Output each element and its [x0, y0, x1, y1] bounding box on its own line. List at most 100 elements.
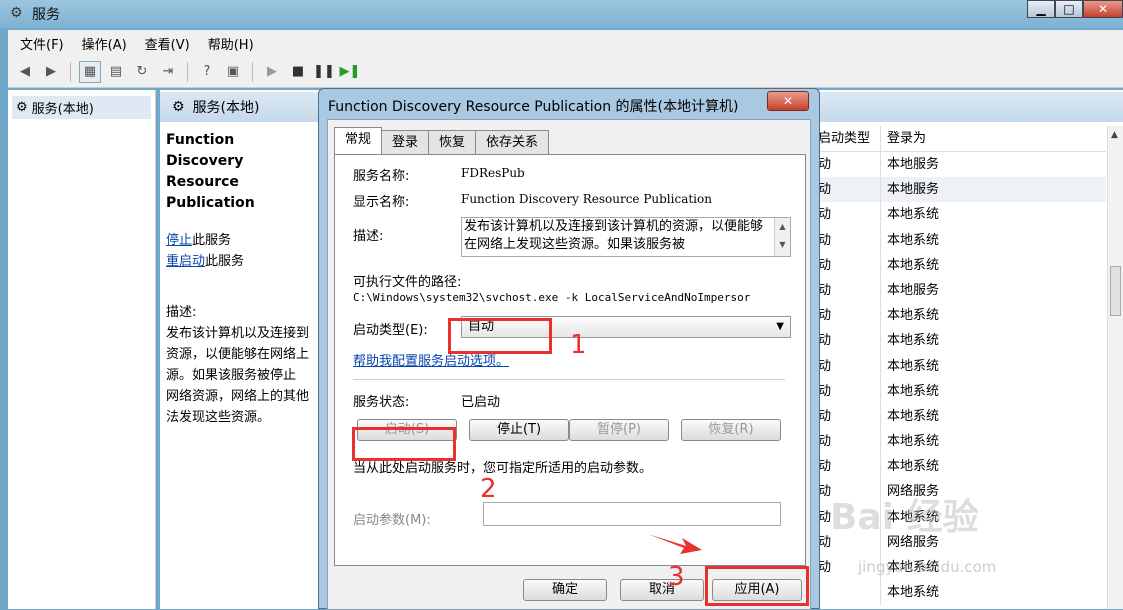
- annotation-arrow-icon: [648, 534, 702, 554]
- logon-cell[interactable]: 本地系统: [881, 354, 1106, 379]
- cancel-button[interactable]: 取消: [620, 579, 704, 601]
- restart-service-link[interactable]: 重启动: [166, 254, 205, 269]
- toolbar-separator: [187, 61, 188, 82]
- refresh-icon[interactable]: ↻: [131, 61, 153, 83]
- logon-cell[interactable]: 本地系统: [881, 228, 1106, 253]
- console-tree: ⚙ 服务(本地): [8, 90, 156, 609]
- logon-cell[interactable]: 本地系统: [881, 303, 1106, 328]
- title-bar: ⚙ 服务 ▁ □ ✕: [0, 0, 1123, 28]
- stop-suffix: 此服务: [192, 233, 232, 248]
- scrollbar-thumb[interactable]: [1110, 266, 1121, 316]
- resume-button[interactable]: 恢复(R): [681, 419, 781, 441]
- logon-cell[interactable]: 本地服务: [881, 177, 1106, 203]
- description-box[interactable]: 发布该计算机以及连接到该计算机的资源，以便能够在网络上发现这些资源。如果该服务被…: [461, 217, 791, 257]
- menu-help[interactable]: 帮助(H): [208, 34, 254, 53]
- stop-button[interactable]: 停止(T): [469, 419, 569, 441]
- tab-logon[interactable]: 登录: [381, 130, 430, 154]
- restart-action: 重启动此服务: [166, 251, 316, 272]
- starttype-cell[interactable]: 动: [812, 303, 882, 328]
- logon-cell[interactable]: 本地服务: [881, 152, 1106, 177]
- menu-view[interactable]: 查看(V): [145, 34, 190, 53]
- service-description-panel: Function Discovery Resource Publication …: [166, 130, 316, 428]
- starttype-cell[interactable]: 动: [812, 202, 882, 227]
- logon-cell[interactable]: 本地系统: [881, 253, 1106, 278]
- logon-cell[interactable]: 本地系统: [881, 580, 1106, 605]
- forward-icon[interactable]: ▶: [40, 61, 62, 83]
- starttype-cell[interactable]: 动: [812, 379, 882, 404]
- console-tree-icon[interactable]: ▦: [79, 60, 101, 83]
- annotation-box-apply-button: [705, 566, 809, 606]
- start-params-label: 启动参数(M):: [353, 513, 431, 528]
- display-name-value: Function Discovery Resource Publication: [461, 192, 712, 206]
- starttype-cell[interactable]: 动: [812, 454, 882, 479]
- services-gear-icon: ⚙: [10, 5, 23, 21]
- menu-action[interactable]: 操作(A): [82, 34, 127, 53]
- annotation-number-2: 2: [480, 474, 497, 504]
- window-controls: ▁ □ ✕: [1027, 0, 1123, 20]
- scroll-up-icon[interactable]: ▲: [1111, 130, 1118, 140]
- annotation-box-start-button: [352, 427, 456, 461]
- toolbar-separator: [70, 61, 71, 82]
- menu-bar: 文件(F) 操作(A) 查看(V) 帮助(H): [8, 30, 1123, 56]
- back-icon[interactable]: ◀: [14, 61, 36, 83]
- starttype-cell[interactable]: 动: [812, 404, 882, 429]
- maximize-button[interactable]: □: [1055, 0, 1083, 18]
- close-button[interactable]: ✕: [1083, 0, 1123, 18]
- starttype-cell[interactable]: 动: [812, 429, 882, 454]
- tab-dependencies[interactable]: 依存关系: [475, 130, 550, 154]
- ok-button[interactable]: 确定: [523, 579, 607, 601]
- logon-cell[interactable]: 本地系统: [881, 454, 1106, 479]
- logon-cell[interactable]: 本地系统: [881, 404, 1106, 429]
- services-gear-icon: ⚙: [172, 99, 185, 115]
- stop-service-link[interactable]: 停止: [166, 233, 192, 248]
- dialog-close-button[interactable]: ✕: [767, 91, 809, 111]
- logon-cell[interactable]: 本地系统: [881, 202, 1106, 227]
- description-scrollbar[interactable]: ▲ ▼: [774, 218, 790, 256]
- starttype-cell[interactable]: 动: [812, 278, 882, 303]
- description-text: 发布该计算机以及连接到该计算机的资源，以便能够在网络上发现这些资源。如果该服务被: [464, 219, 764, 252]
- properties-icon[interactable]: ▤: [105, 61, 127, 83]
- tree-item-label: 服务(本地): [31, 102, 94, 117]
- starttype-cell[interactable]: 动: [812, 253, 882, 278]
- vertical-scrollbar[interactable]: ▲: [1107, 126, 1123, 609]
- tab-recovery[interactable]: 恢复: [428, 130, 477, 154]
- content-header-title: 服务(本地): [192, 100, 260, 116]
- start-service-icon[interactable]: ▶: [261, 61, 283, 83]
- starttype-cell[interactable]: 动: [812, 354, 882, 379]
- general-tab-panel: 服务名称: FDResPub 显示名称: Function Discovery …: [334, 154, 806, 566]
- column-header-starttype[interactable]: 启动类型: [812, 126, 882, 152]
- column-header-logon[interactable]: 登录为: [881, 126, 1106, 152]
- export-icon[interactable]: ⇥: [157, 61, 179, 83]
- annotation-box-startup-type: [448, 318, 552, 354]
- logon-cell[interactable]: 本地服务: [881, 278, 1106, 303]
- logon-cell[interactable]: 本地系统: [881, 379, 1106, 404]
- description-label: 描述:: [166, 305, 197, 320]
- logon-cell[interactable]: 本地系统: [881, 429, 1106, 454]
- executable-path: C:\Windows\system32\svchost.exe -k Local…: [353, 291, 751, 304]
- start-params-input[interactable]: [483, 502, 781, 526]
- logon-cell[interactable]: 本地系统: [881, 328, 1106, 353]
- toolbar: ◀ ▶ ▦ ▤ ↻ ⇥ ? ▣ ▶ ■ ❚❚ ▶❚: [8, 56, 1123, 88]
- services-gear-icon: ⚙: [16, 100, 28, 115]
- starttype-cell[interactable]: 动: [812, 328, 882, 353]
- help-icon[interactable]: ?: [196, 61, 218, 83]
- tree-item-services-local[interactable]: ⚙ 服务(本地): [12, 96, 151, 119]
- description-line: 法发现这些资源。: [166, 410, 271, 425]
- stop-action: 停止此服务: [166, 230, 316, 251]
- chevron-down-icon: ▼: [776, 321, 784, 332]
- startup-type-label: 启动类型(E):: [353, 323, 428, 338]
- tab-general[interactable]: 常规: [334, 127, 383, 154]
- starttype-cell[interactable]: 动: [812, 177, 882, 203]
- annotation-number-1: 1: [570, 330, 587, 360]
- minimize-button[interactable]: ▁: [1027, 0, 1055, 18]
- show-hide-icon[interactable]: ▣: [222, 61, 244, 83]
- stop-service-icon[interactable]: ■: [287, 61, 309, 83]
- pause-button[interactable]: 暂停(P): [569, 419, 669, 441]
- starttype-cell[interactable]: 动: [812, 152, 882, 177]
- starttype-cell[interactable]: 动: [812, 228, 882, 253]
- menu-file[interactable]: 文件(F): [20, 34, 64, 53]
- pause-service-icon[interactable]: ❚❚: [313, 61, 335, 83]
- status-label: 服务状态:: [353, 395, 410, 410]
- toolbar-separator: [252, 61, 253, 82]
- restart-service-icon[interactable]: ▶❚: [339, 61, 361, 83]
